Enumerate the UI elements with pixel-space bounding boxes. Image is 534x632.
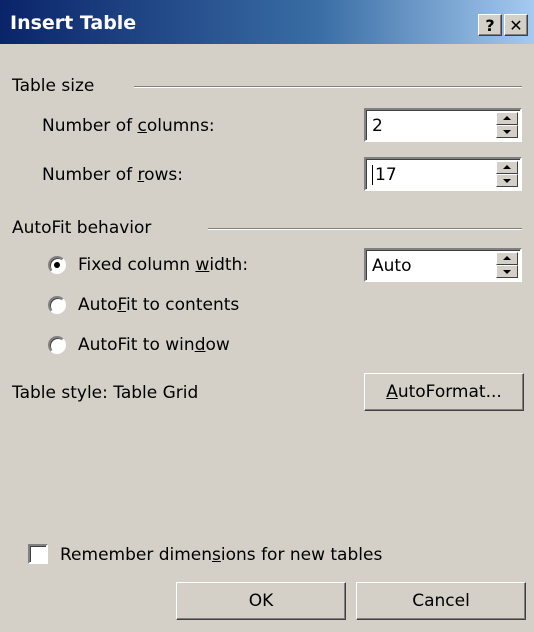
help-button[interactable]: ? bbox=[478, 14, 502, 36]
remember-dimensions-checkbox[interactable] bbox=[28, 544, 48, 564]
autofit-contents-label[interactable]: AutoFit to contents bbox=[78, 295, 239, 315]
text-cursor bbox=[372, 165, 373, 185]
arrow-up-icon bbox=[503, 256, 511, 260]
arrow-up-icon bbox=[503, 165, 511, 169]
width-up-button[interactable] bbox=[496, 252, 518, 265]
radio-autofit-contents[interactable] bbox=[48, 296, 66, 314]
help-icon: ? bbox=[485, 16, 495, 35]
columns-value[interactable]: 2 bbox=[372, 116, 383, 136]
autoformat-button[interactable]: AutoFormat... bbox=[364, 373, 524, 411]
columns-up-button[interactable] bbox=[496, 112, 518, 125]
arrow-down-icon bbox=[503, 270, 511, 274]
radio-selected-dot bbox=[54, 262, 60, 268]
close-button[interactable]: ✕ bbox=[504, 14, 528, 36]
fixed-width-label[interactable]: Fixed column width: bbox=[78, 255, 248, 275]
width-down-button[interactable] bbox=[496, 265, 518, 278]
fixed-width-value[interactable]: Auto bbox=[372, 256, 411, 276]
title-bar: Insert Table ? ✕ bbox=[0, 0, 534, 44]
arrow-down-icon bbox=[503, 179, 511, 183]
autofit-heading: AutoFit behavior bbox=[12, 218, 152, 238]
window-title: Insert Table bbox=[10, 12, 137, 34]
columns-spin-arrows[interactable] bbox=[496, 112, 518, 138]
table-style-label: Table style: Table Grid bbox=[12, 383, 199, 403]
rows-spin-arrows[interactable] bbox=[496, 161, 518, 187]
radio-autofit-window[interactable] bbox=[48, 336, 66, 354]
autofit-divider bbox=[208, 228, 522, 230]
columns-spinbox[interactable]: 2 bbox=[364, 108, 522, 142]
rows-spinbox[interactable]: 17 bbox=[364, 157, 522, 191]
rows-label: Number of rows: bbox=[42, 165, 183, 185]
arrow-down-icon bbox=[503, 130, 511, 134]
rows-up-button[interactable] bbox=[496, 161, 518, 174]
remember-dimensions-label[interactable]: Remember dimensions for new tables bbox=[60, 545, 382, 565]
columns-label: Number of columns: bbox=[42, 116, 215, 136]
columns-down-button[interactable] bbox=[496, 125, 518, 138]
fixed-width-spinbox[interactable]: Auto bbox=[364, 248, 522, 282]
autofit-window-label[interactable]: AutoFit to window bbox=[78, 335, 230, 355]
width-spin-arrows[interactable] bbox=[496, 252, 518, 278]
cancel-button[interactable]: Cancel bbox=[356, 582, 526, 620]
close-icon: ✕ bbox=[509, 16, 523, 35]
table-size-heading: Table size bbox=[12, 76, 95, 96]
ok-button[interactable]: OK bbox=[176, 582, 346, 620]
rows-down-button[interactable] bbox=[496, 174, 518, 187]
table-size-divider bbox=[134, 86, 522, 88]
radio-fixed-width[interactable] bbox=[48, 256, 66, 274]
rows-value[interactable]: 17 bbox=[375, 165, 397, 185]
arrow-up-icon bbox=[503, 116, 511, 120]
